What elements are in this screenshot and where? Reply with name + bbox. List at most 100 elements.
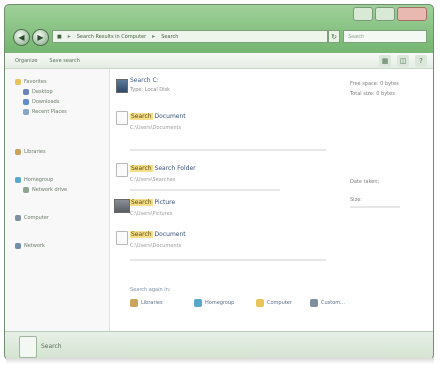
downloads-icon bbox=[23, 99, 29, 105]
result-name: Document bbox=[154, 113, 186, 120]
nav-label: Downloads bbox=[32, 99, 60, 105]
libraries-icon bbox=[130, 299, 138, 307]
nav-label: Homegroup bbox=[24, 177, 54, 183]
snippet-line bbox=[130, 189, 280, 191]
breadcrumb-item[interactable]: Search Results in Computer bbox=[77, 34, 146, 40]
result-title[interactable]: Search Document bbox=[130, 231, 186, 238]
date-taken-label: Date taken: bbox=[350, 179, 380, 185]
nav-libraries[interactable]: Libraries bbox=[15, 149, 46, 155]
search-again-label: Search again in: bbox=[130, 287, 171, 293]
refresh-icon: ↻ bbox=[331, 33, 337, 41]
result-title[interactable]: Search C: bbox=[130, 77, 159, 84]
result-path: C:\Users\Documents bbox=[130, 243, 182, 249]
nav-computer[interactable]: Computer bbox=[15, 215, 49, 221]
minimize-button[interactable] bbox=[353, 7, 373, 21]
folder-icon bbox=[116, 163, 128, 177]
breadcrumb-item[interactable]: Search bbox=[161, 34, 178, 40]
size-label: Size: bbox=[350, 197, 362, 203]
back-arrow-icon: ◀ bbox=[18, 32, 25, 42]
nav-item-downloads[interactable]: Downloads bbox=[23, 99, 59, 105]
result-path: C:\Users\Searches bbox=[130, 177, 176, 183]
option-label: Homegroup bbox=[205, 300, 235, 306]
nav-label: Computer bbox=[24, 215, 49, 221]
desktop-icon bbox=[23, 89, 29, 95]
match-highlight: Search bbox=[130, 231, 153, 238]
result-subtitle: Type: Local Disk bbox=[130, 87, 171, 93]
nav-homegroup[interactable]: Homegroup bbox=[15, 177, 53, 183]
navigation-pane: Favorites Desktop Downloads Recent Place… bbox=[5, 69, 110, 331]
organize-button[interactable]: Organize bbox=[15, 58, 37, 64]
save-search-button[interactable]: Save search bbox=[49, 58, 79, 64]
drive-icon bbox=[23, 187, 29, 193]
nav-favorites[interactable]: Favorites bbox=[15, 79, 47, 85]
nav-network[interactable]: Network bbox=[15, 243, 45, 249]
forward-arrow-icon: ▶ bbox=[37, 32, 44, 42]
stat-label: Free space: bbox=[350, 81, 379, 87]
help-icon[interactable]: ? bbox=[415, 55, 427, 67]
computer-icon bbox=[15, 215, 21, 221]
result-name: Document bbox=[154, 231, 186, 238]
title-bar: ◀ ▶ ■ ▸ Search Results in Computer ▸ Sea… bbox=[5, 5, 433, 53]
nav-label: Recent Places bbox=[32, 109, 67, 115]
details-title: Search bbox=[41, 343, 62, 350]
match-highlight: Search bbox=[130, 113, 153, 120]
match-highlight: Search bbox=[130, 199, 153, 206]
view-controls: ▦ ◫ ? bbox=[379, 55, 427, 67]
nav-item-recent[interactable]: Recent Places bbox=[23, 109, 67, 115]
result-title[interactable]: Search Document bbox=[130, 113, 186, 120]
result-name: Search Folder bbox=[154, 165, 196, 172]
window-controls bbox=[353, 7, 427, 21]
breadcrumb-separator: ▸ bbox=[67, 33, 71, 40]
recent-places-icon bbox=[23, 109, 29, 115]
views-icon[interactable]: ▦ bbox=[379, 55, 391, 67]
search-again-homegroup[interactable]: Homegroup bbox=[194, 299, 234, 307]
refresh-button[interactable]: ↻ bbox=[328, 30, 340, 43]
nav-item-network-drive[interactable]: Network drive bbox=[23, 187, 67, 193]
nav-label: Libraries bbox=[24, 149, 46, 155]
back-button[interactable]: ◀ bbox=[13, 29, 30, 46]
nav-item-desktop[interactable]: Desktop bbox=[23, 89, 53, 95]
picture-thumbnail bbox=[114, 199, 130, 213]
free-space-label: Free space: 0 bytes bbox=[350, 81, 399, 87]
option-label: Libraries bbox=[141, 300, 163, 306]
option-label: Custom... bbox=[321, 300, 345, 306]
search-again-libraries[interactable]: Libraries bbox=[130, 299, 163, 307]
option-label: Computer bbox=[267, 300, 292, 306]
document-icon bbox=[116, 231, 128, 245]
result-path: C:\Users\Pictures bbox=[130, 211, 173, 217]
nav-label: Desktop bbox=[32, 89, 53, 95]
address-bar[interactable]: ■ ▸ Search Results in Computer ▸ Search bbox=[52, 30, 328, 43]
explorer-window: ◀ ▶ ■ ▸ Search Results in Computer ▸ Sea… bbox=[4, 4, 434, 360]
result-name: Picture bbox=[154, 199, 176, 206]
forward-button[interactable]: ▶ bbox=[32, 29, 49, 46]
stat-value: 0 bytes bbox=[380, 81, 399, 87]
result-title[interactable]: Search Search Folder bbox=[130, 165, 196, 172]
nav-label: Network bbox=[24, 243, 45, 249]
snippet-line bbox=[130, 149, 326, 151]
results-pane: Search C: Type: Local Disk Free space: 0… bbox=[110, 69, 433, 331]
search-again-computer[interactable]: Computer bbox=[256, 299, 292, 307]
total-size-label: Total size: 0 bytes bbox=[350, 91, 395, 97]
folder-icon bbox=[310, 299, 318, 307]
nav-label: Network drive bbox=[32, 187, 68, 193]
drive-icon bbox=[116, 79, 128, 93]
document-icon bbox=[116, 111, 128, 125]
snippet-line bbox=[350, 206, 400, 208]
close-button[interactable] bbox=[397, 7, 427, 21]
homegroup-icon bbox=[15, 177, 21, 183]
folder-icon: ■ bbox=[57, 33, 62, 40]
search-folder-icon bbox=[19, 336, 37, 358]
search-input[interactable] bbox=[343, 30, 427, 43]
result-title[interactable]: Search Picture bbox=[130, 199, 175, 206]
window-shadow bbox=[6, 358, 434, 364]
homegroup-icon bbox=[194, 299, 202, 307]
preview-pane-icon[interactable]: ◫ bbox=[397, 55, 409, 67]
libraries-icon bbox=[15, 149, 21, 155]
star-icon bbox=[15, 79, 21, 85]
network-icon bbox=[15, 243, 21, 249]
search-again-custom[interactable]: Custom... bbox=[310, 299, 345, 307]
stat-label: Total size: bbox=[350, 91, 375, 97]
maximize-button[interactable] bbox=[375, 7, 395, 21]
computer-icon bbox=[256, 299, 264, 307]
match-highlight: Search bbox=[130, 165, 153, 172]
